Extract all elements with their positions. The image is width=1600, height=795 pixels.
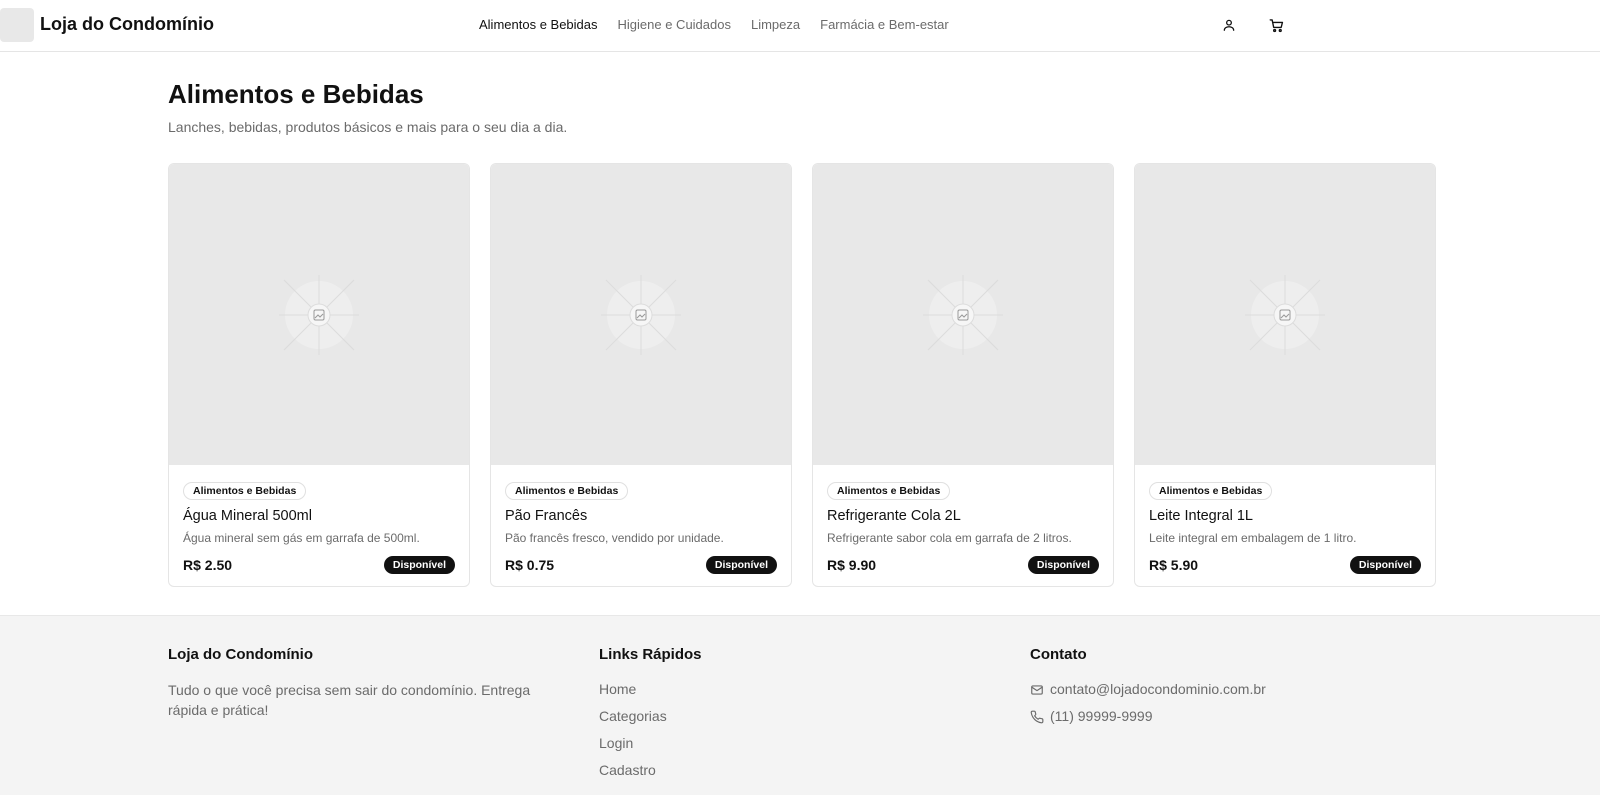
footer-about-text: Tudo o que você precisa sem sair do cond… bbox=[168, 682, 531, 718]
status-badge: Disponível bbox=[383, 556, 455, 574]
product-grid: Alimentos e Bebidas Água Mineral 500ml Á… bbox=[168, 163, 1436, 587]
product-price: R$ 0.75 bbox=[505, 557, 555, 573]
footer-links: Links Rápidos Home Categorias Login Cada… bbox=[599, 646, 702, 780]
product-name: Refrigerante Cola 2L bbox=[827, 508, 961, 524]
page-subtitle: Lanches, bebidas, produtos básicos e mai… bbox=[168, 119, 568, 135]
image-placeholder-icon bbox=[1245, 274, 1325, 355]
footer-link-login[interactable]: Login bbox=[599, 734, 702, 753]
footer-link-home[interactable]: Home bbox=[599, 680, 702, 699]
nav-item-farmacia[interactable]: Farmácia e Bem-estar bbox=[820, 17, 949, 32]
product-description: Refrigerante sabor cola em garrafa de 2 … bbox=[827, 531, 1072, 545]
nav-item-higiene[interactable]: Higiene e Cuidados bbox=[618, 17, 731, 32]
product-image-placeholder bbox=[491, 164, 791, 465]
cart-icon[interactable] bbox=[1267, 16, 1285, 34]
product-image-placeholder bbox=[1135, 164, 1435, 465]
nav-item-alimentos[interactable]: Alimentos e Bebidas bbox=[479, 17, 598, 32]
category-tag: Alimentos e Bebidas bbox=[183, 482, 307, 500]
product-card[interactable]: Alimentos e Bebidas Refrigerante Cola 2L… bbox=[812, 163, 1114, 587]
logo-placeholder[interactable] bbox=[0, 8, 34, 42]
product-price: R$ 2.50 bbox=[183, 557, 233, 573]
status-badge: Disponível bbox=[1349, 556, 1421, 574]
user-icon[interactable] bbox=[1220, 16, 1238, 34]
main-nav: Alimentos e Bebidas Higiene e Cuidados L… bbox=[479, 17, 949, 32]
status-badge: Disponível bbox=[705, 556, 777, 574]
site-footer: Loja do Condomínio Tudo o que você preci… bbox=[0, 615, 1600, 795]
contact-phone-row[interactable]: (11) 99999-9999 bbox=[1030, 707, 1266, 726]
contact-phone[interactable]: (11) 99999-9999 bbox=[1050, 707, 1152, 726]
category-tag: Alimentos e Bebidas bbox=[1149, 482, 1273, 500]
product-card[interactable]: Alimentos e Bebidas Água Mineral 500ml Á… bbox=[168, 163, 470, 587]
footer-link-cadastro[interactable]: Cadastro bbox=[599, 761, 702, 780]
product-name: Água Mineral 500ml bbox=[183, 508, 312, 524]
product-name: Leite Integral 1L bbox=[1149, 508, 1253, 524]
nav-item-limpeza[interactable]: Limpeza bbox=[751, 17, 800, 32]
phone-icon bbox=[1030, 710, 1044, 723]
category-tag: Alimentos e Bebidas bbox=[827, 482, 951, 500]
product-image-placeholder bbox=[169, 164, 469, 465]
footer-link-categorias[interactable]: Categorias bbox=[599, 707, 702, 726]
footer-contact-title: Contato bbox=[1030, 646, 1087, 663]
product-description: Leite integral em embalagem de 1 litro. bbox=[1149, 531, 1357, 545]
product-card[interactable]: Alimentos e Bebidas Leite Integral 1L Le… bbox=[1134, 163, 1436, 587]
site-header: Loja do Condomínio Alimentos e Bebidas H… bbox=[0, 0, 1600, 52]
footer-contact: Contato contato@lojadocondominio.com.br … bbox=[1030, 646, 1266, 726]
image-placeholder-icon bbox=[601, 274, 681, 355]
footer-about: Loja do Condomínio Tudo o que você preci… bbox=[168, 646, 548, 720]
image-placeholder-icon bbox=[923, 274, 1003, 355]
footer-about-title: Loja do Condomínio bbox=[168, 646, 313, 663]
image-placeholder-icon bbox=[279, 274, 359, 355]
contact-email-row[interactable]: contato@lojadocondominio.com.br bbox=[1030, 680, 1266, 699]
footer-links-title: Links Rápidos bbox=[599, 646, 702, 663]
product-price: R$ 9.90 bbox=[827, 557, 877, 573]
product-image-placeholder bbox=[813, 164, 1113, 465]
status-badge: Disponível bbox=[1027, 556, 1099, 574]
product-description: Água mineral sem gás em garrafa de 500ml… bbox=[183, 531, 420, 545]
product-price: R$ 5.90 bbox=[1149, 557, 1199, 573]
brand-name[interactable]: Loja do Condomínio bbox=[40, 14, 214, 35]
product-name: Pão Francês bbox=[505, 508, 588, 524]
mail-icon bbox=[1031, 684, 1043, 695]
page-title: Alimentos e Bebidas bbox=[168, 79, 424, 109]
category-tag: Alimentos e Bebidas bbox=[505, 482, 629, 500]
product-description: Pão francês fresco, vendido por unidade. bbox=[505, 531, 724, 545]
contact-email[interactable]: contato@lojadocondominio.com.br bbox=[1050, 680, 1266, 699]
product-card[interactable]: Alimentos e Bebidas Pão Francês Pão fran… bbox=[490, 163, 792, 587]
